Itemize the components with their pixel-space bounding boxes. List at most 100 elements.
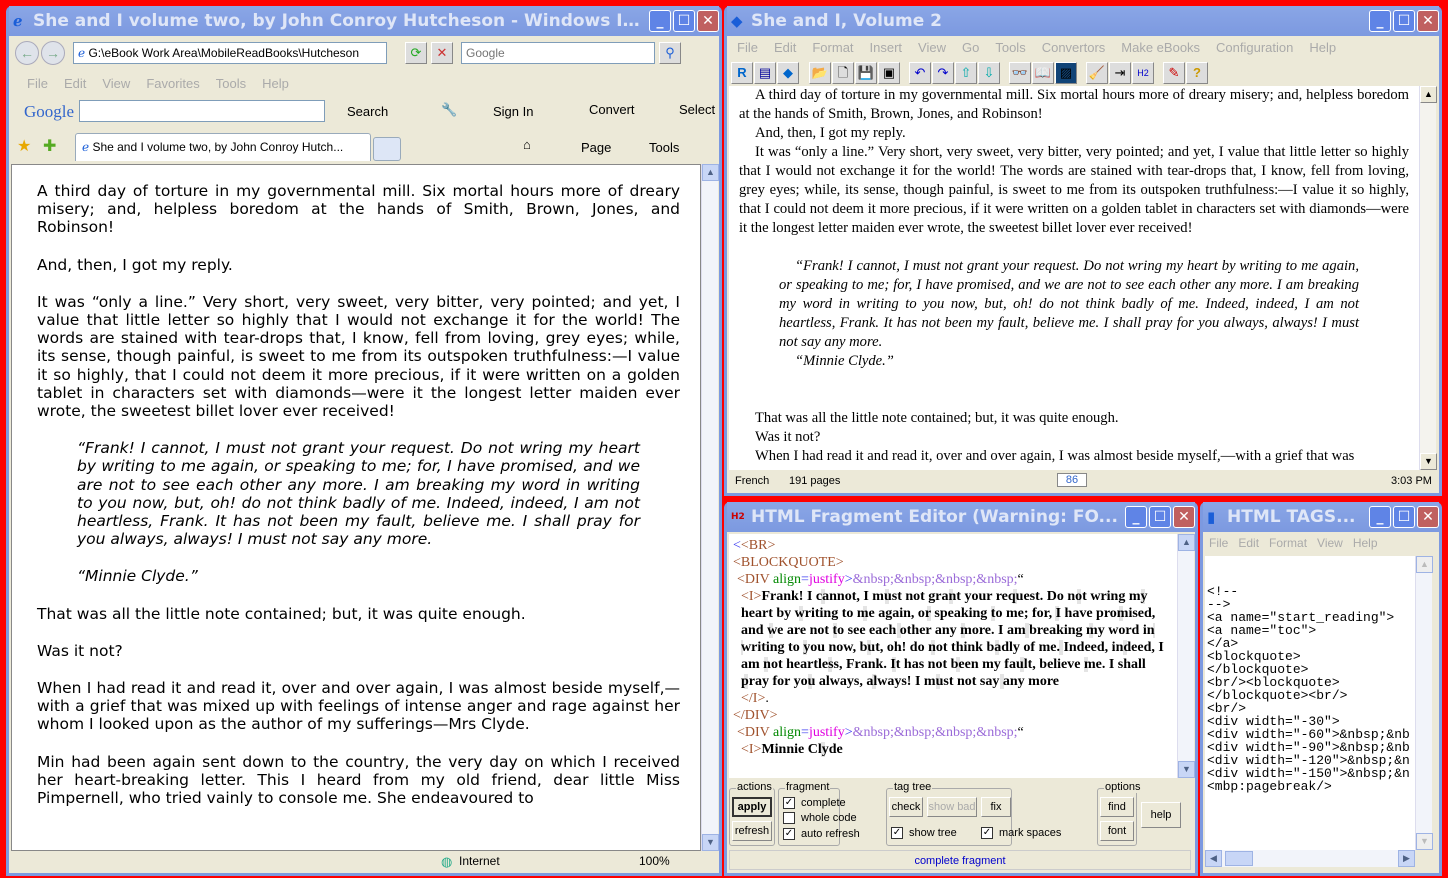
menu-edit[interactable]: Edit xyxy=(64,76,86,91)
search-input[interactable] xyxy=(461,42,655,64)
menu-view[interactable]: View xyxy=(102,76,130,91)
maximize-button[interactable]: ☐ xyxy=(1393,10,1415,32)
minimize-button[interactable]: _ xyxy=(1125,506,1147,528)
maximize-button[interactable]: ☐ xyxy=(673,10,695,32)
menu-format[interactable]: Format xyxy=(1269,536,1307,550)
menu-edit[interactable]: Edit xyxy=(774,40,796,55)
menu-file[interactable]: File xyxy=(1209,536,1228,550)
close-button[interactable]: ✕ xyxy=(1417,506,1439,528)
redo-icon[interactable]: ↷ xyxy=(932,62,954,84)
refresh-button[interactable]: refresh xyxy=(732,821,772,841)
fix-button[interactable]: fix xyxy=(981,797,1011,817)
menu-convertors[interactable]: Convertors xyxy=(1042,40,1106,55)
reader-icon[interactable]: R xyxy=(731,62,753,84)
fragment-title-bar[interactable]: H2 HTML Fragment Editor (Warning: FO... … xyxy=(727,502,1195,532)
page-menu-button[interactable]: Page xyxy=(581,140,611,155)
vertical-scrollbar[interactable]: ▲ ▼ xyxy=(1415,556,1433,850)
close-button[interactable]: ✕ xyxy=(697,10,719,32)
sign-in-button[interactable]: Sign In xyxy=(493,104,533,119)
google-search-button[interactable]: Search xyxy=(347,104,388,119)
stop-icon[interactable]: ✕ xyxy=(431,42,453,64)
check-button[interactable]: check xyxy=(889,797,923,817)
open-icon[interactable]: 📂 xyxy=(809,62,831,84)
help-button[interactable]: help xyxy=(1141,802,1181,828)
favorites-star-icon[interactable]: ★ xyxy=(17,136,31,156)
save-icon[interactable]: 💾 xyxy=(855,62,877,84)
search-icon[interactable]: ⚲ xyxy=(659,42,681,64)
google-search-input[interactable] xyxy=(79,100,325,122)
image-icon[interactable]: ▨ xyxy=(1055,62,1077,84)
complete-checkbox[interactable]: ✓ complete xyxy=(783,797,846,810)
menu-tools[interactable]: Tools xyxy=(995,40,1025,55)
help-icon[interactable]: ? xyxy=(1186,62,1208,84)
address-bar[interactable]: ℯ G:\eBook Work Area\MobileReadBooks\Hut… xyxy=(73,42,387,64)
wrench-icon[interactable]: 🔧 xyxy=(441,102,457,118)
heading-icon[interactable]: H2 xyxy=(1132,62,1154,84)
menu-favorites[interactable]: Favorites xyxy=(146,76,199,91)
up-arrow-icon[interactable]: ⇧ xyxy=(955,62,977,84)
clean-icon[interactable]: 🧹 xyxy=(1086,62,1108,84)
menu-make-ebooks[interactable]: Make eBooks xyxy=(1121,40,1200,55)
tab-active[interactable]: ℯ She and I volume two, by John Conroy H… xyxy=(75,133,371,161)
find-button[interactable]: find xyxy=(1100,797,1134,817)
ebook-icon[interactable]: ◆ xyxy=(777,62,799,84)
convert-button[interactable]: Convert xyxy=(589,102,635,117)
add-favorite-icon[interactable]: ✚ xyxy=(43,136,56,156)
tags-title-bar[interactable]: ▮ HTML TAGS... _ ☐ ✕ xyxy=(1203,502,1439,532)
editor-content[interactable]: A third day of torture in my governmenta… xyxy=(729,86,1419,470)
vertical-scrollbar[interactable]: ▲ ▼ xyxy=(1177,534,1195,778)
minimize-button[interactable]: _ xyxy=(1369,506,1391,528)
zoom-level[interactable]: 100% xyxy=(639,854,670,868)
close-button[interactable]: ✕ xyxy=(1173,506,1195,528)
mark-spaces-checkbox[interactable]: ✓ mark spaces xyxy=(981,827,1061,840)
menu-tools[interactable]: Tools xyxy=(216,76,246,91)
whole-code-checkbox[interactable]: whole code xyxy=(783,812,857,825)
vertical-scrollbar[interactable]: ▲ ▼ xyxy=(701,164,719,851)
menu-go[interactable]: Go xyxy=(962,40,979,55)
palm-icon[interactable]: ▤ xyxy=(754,62,776,84)
undo-icon[interactable]: ↶ xyxy=(909,62,931,84)
book-view-icon[interactable]: 📖 xyxy=(1032,62,1054,84)
refresh-icon[interactable]: ⟳ xyxy=(405,42,427,64)
menu-configuration[interactable]: Configuration xyxy=(1216,40,1293,55)
vertical-scrollbar[interactable]: ▲ ▼ xyxy=(1419,86,1437,470)
menu-format[interactable]: Format xyxy=(812,40,853,55)
down-arrow-icon[interactable]: ⇩ xyxy=(978,62,1000,84)
minimize-button[interactable]: _ xyxy=(649,10,671,32)
show-bad-button[interactable]: show bad xyxy=(927,797,977,817)
status-page-number[interactable]: 86 xyxy=(1057,473,1087,487)
pen-icon[interactable]: ✎ xyxy=(1163,62,1185,84)
auto-refresh-checkbox[interactable]: ✓ auto refresh xyxy=(783,828,860,841)
code-editor[interactable]: <<BR> <BLOCKQUOTE> <DIV align=justify>&n… xyxy=(729,534,1177,778)
new-tab-button[interactable] xyxy=(373,137,401,161)
menu-file[interactable]: File xyxy=(737,40,758,55)
show-tree-checkbox[interactable]: ✓ show tree xyxy=(891,827,957,840)
find-icon[interactable]: 👓 xyxy=(1009,62,1031,84)
apply-button[interactable]: apply xyxy=(732,797,772,817)
close-button[interactable]: ✕ xyxy=(1417,10,1439,32)
ie-title-bar[interactable]: ℯ She and I volume two, by John Conroy H… xyxy=(9,6,719,36)
maximize-button[interactable]: ☐ xyxy=(1393,506,1415,528)
home-icon[interactable]: ⌂ xyxy=(523,137,531,152)
menu-insert[interactable]: Insert xyxy=(870,40,903,55)
menu-help[interactable]: Help xyxy=(1353,536,1378,550)
save-all-icon[interactable]: ▣ xyxy=(878,62,900,84)
new-icon[interactable]: 🗋 xyxy=(832,62,854,84)
editor-title-bar[interactable]: ◆ She and I, Volume 2 _ ☐ ✕ xyxy=(727,6,1439,36)
insert-icon[interactable]: ⇥ xyxy=(1109,62,1131,84)
menu-edit[interactable]: Edit xyxy=(1238,536,1259,550)
back-button[interactable]: ← xyxy=(15,41,39,65)
horizontal-scrollbar[interactable]: ◀ ▶ xyxy=(1205,850,1415,867)
tags-text-area[interactable]: <!-- --> <a name="start_reading"> <a name="… xyxy=(1205,556,1415,850)
select-button[interactable]: Select xyxy=(679,102,715,117)
tools-menu-button[interactable]: Tools xyxy=(649,140,679,155)
menu-view[interactable]: View xyxy=(1317,536,1343,550)
menu-view[interactable]: View xyxy=(918,40,946,55)
menu-help[interactable]: Help xyxy=(1309,40,1336,55)
forward-button[interactable]: → xyxy=(41,41,65,65)
font-button[interactable]: font xyxy=(1100,821,1134,841)
menu-help[interactable]: Help xyxy=(262,76,289,91)
maximize-button[interactable]: ☐ xyxy=(1149,506,1171,528)
menu-file[interactable]: File xyxy=(27,76,48,91)
minimize-button[interactable]: _ xyxy=(1369,10,1391,32)
